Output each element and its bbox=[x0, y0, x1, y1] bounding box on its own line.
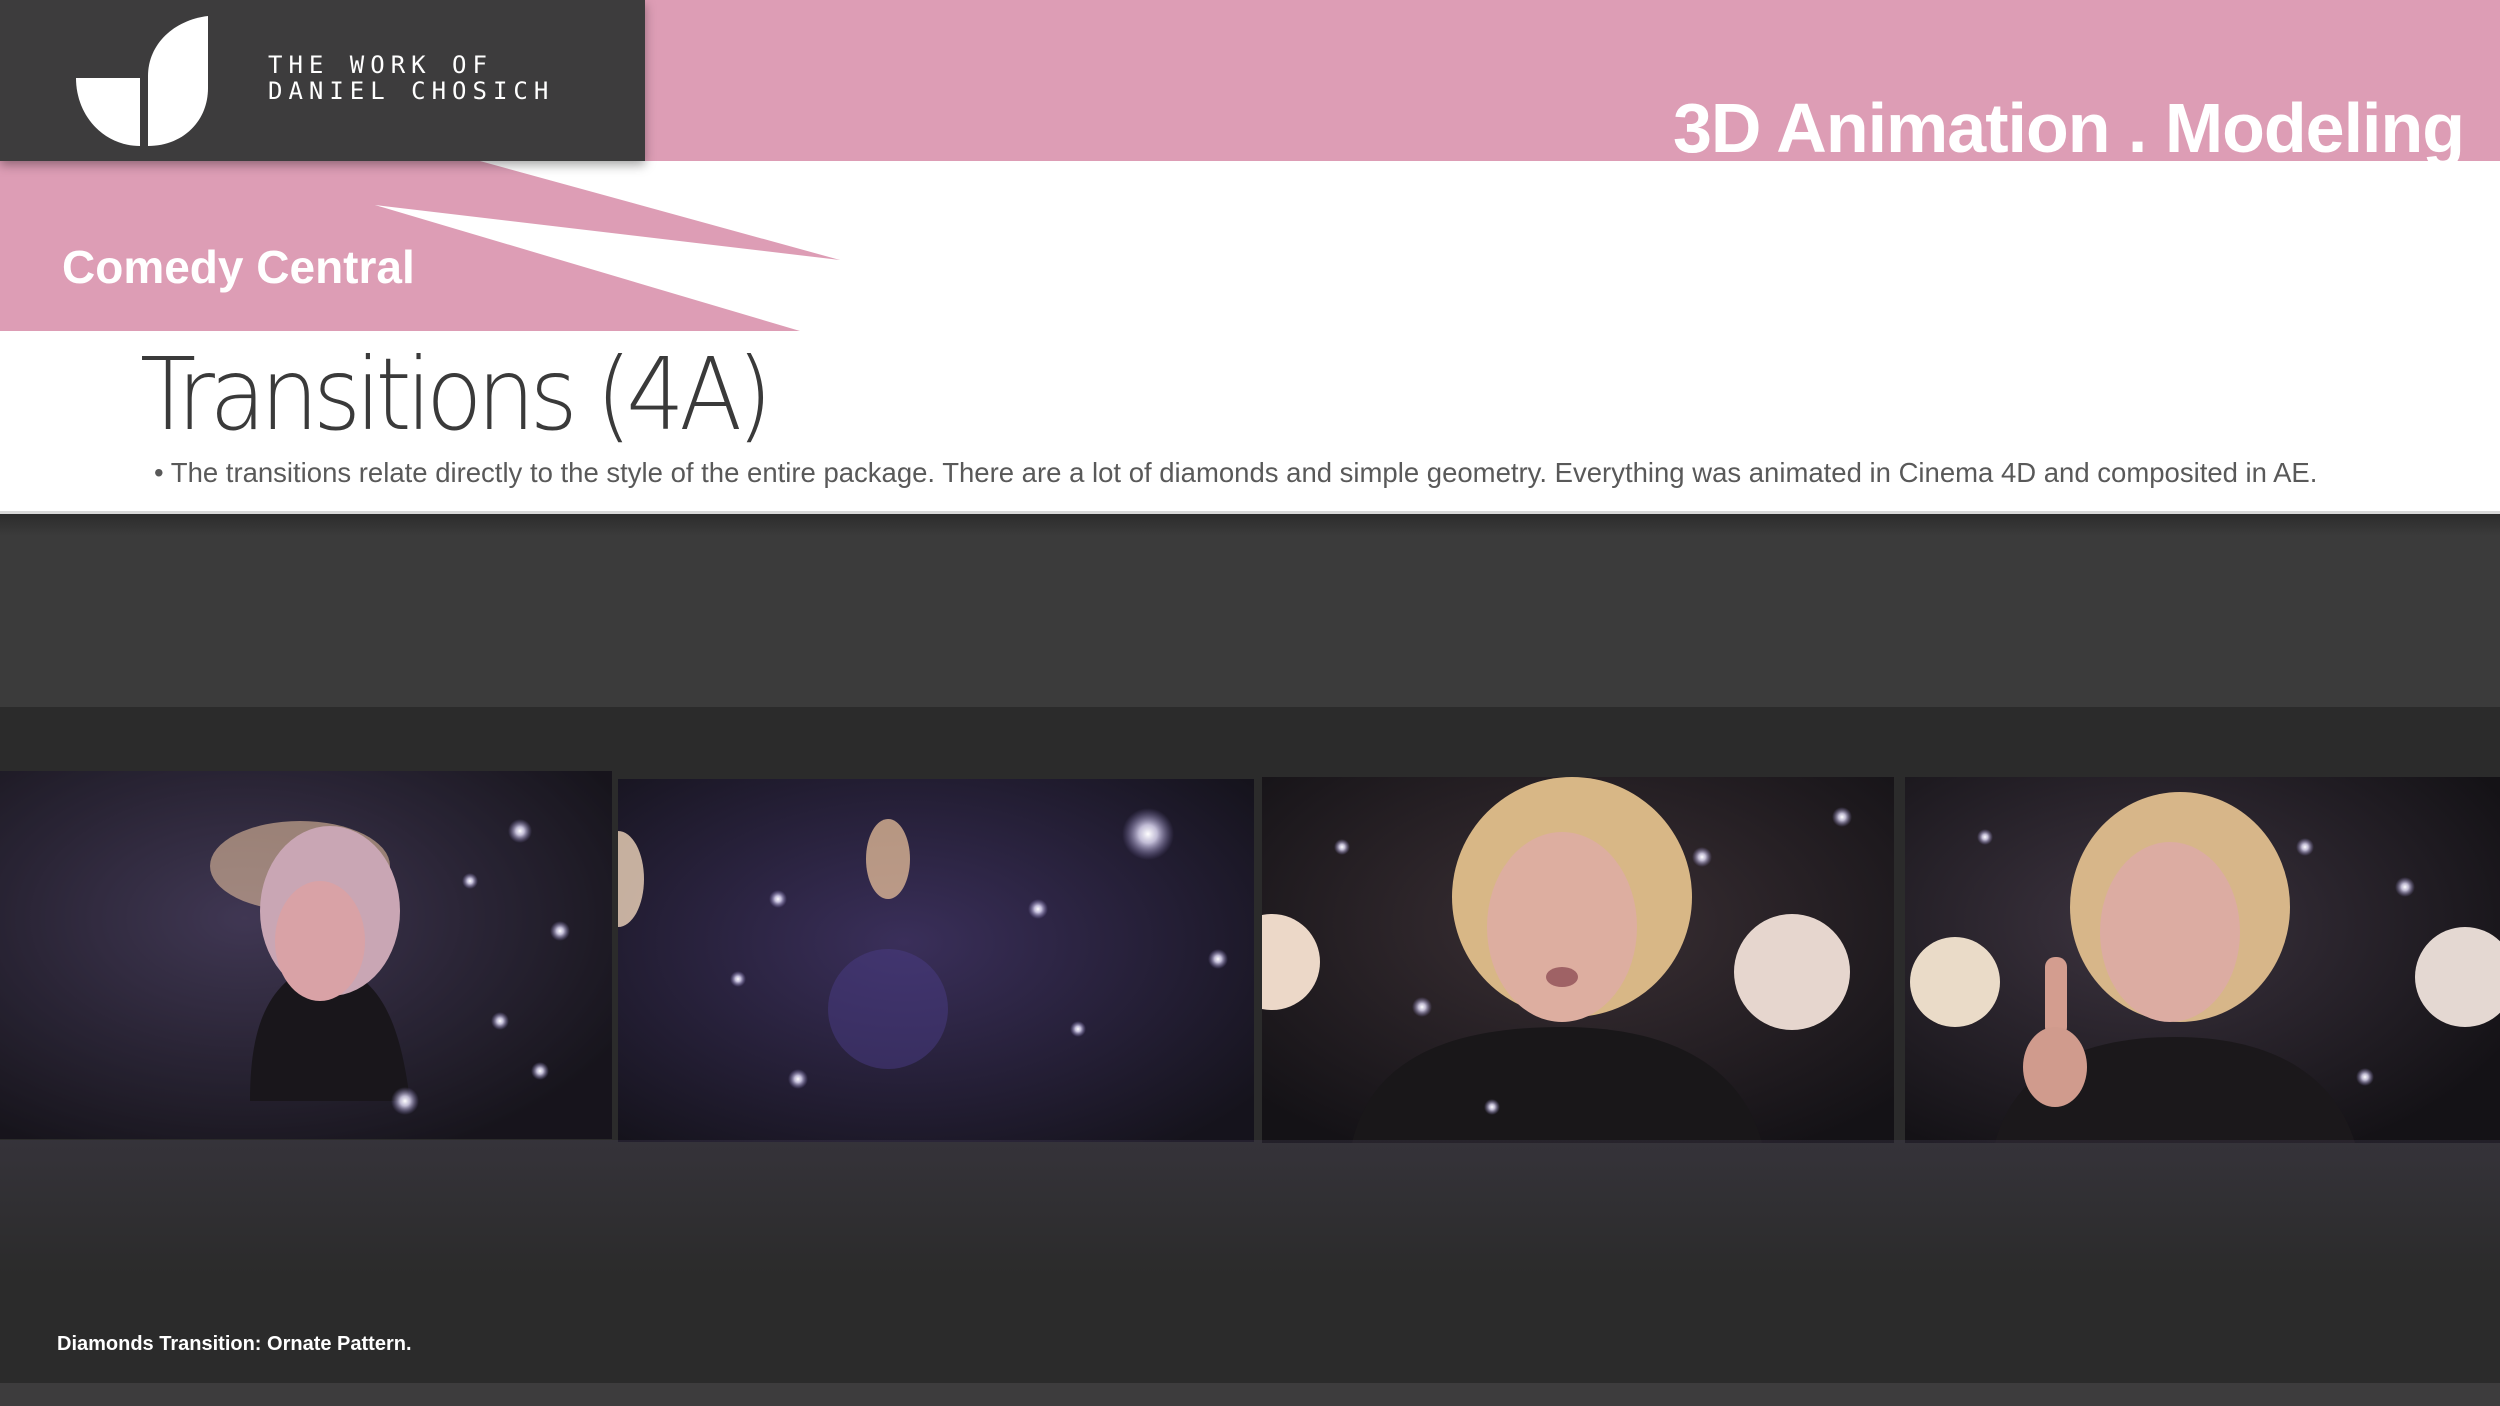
video-frame-2 bbox=[618, 779, 1254, 1142]
page-title: 3D Animation . Modeling bbox=[1672, 89, 2465, 167]
brand-line-2: DANIEL CHOSICH bbox=[268, 77, 555, 105]
section-title: Transitions (4A) bbox=[140, 336, 773, 453]
brand-name: THE WORK OF DANIEL CHOSICH bbox=[268, 52, 554, 104]
frames-reflection bbox=[0, 1140, 2500, 1275]
brand-block: THE WORK OF DANIEL CHOSICH bbox=[0, 0, 645, 161]
leaf-logo-icon bbox=[76, 16, 208, 146]
frame-caption: Diamonds Transition: Ornate Pattern. bbox=[57, 1333, 412, 1355]
footer-strip bbox=[0, 1383, 2500, 1406]
client-name: Comedy Central bbox=[62, 241, 415, 293]
video-frame-1 bbox=[0, 771, 612, 1139]
video-frame-3 bbox=[1262, 777, 1894, 1143]
section-description: • The transitions relate directly to the… bbox=[154, 457, 2318, 488]
brand-line-1: THE WORK OF bbox=[268, 51, 493, 79]
video-frame-4 bbox=[1905, 777, 2500, 1143]
film-header-band bbox=[0, 514, 2500, 707]
project-subtitle: Roast of Joan Rivers bbox=[2035, 158, 2462, 210]
